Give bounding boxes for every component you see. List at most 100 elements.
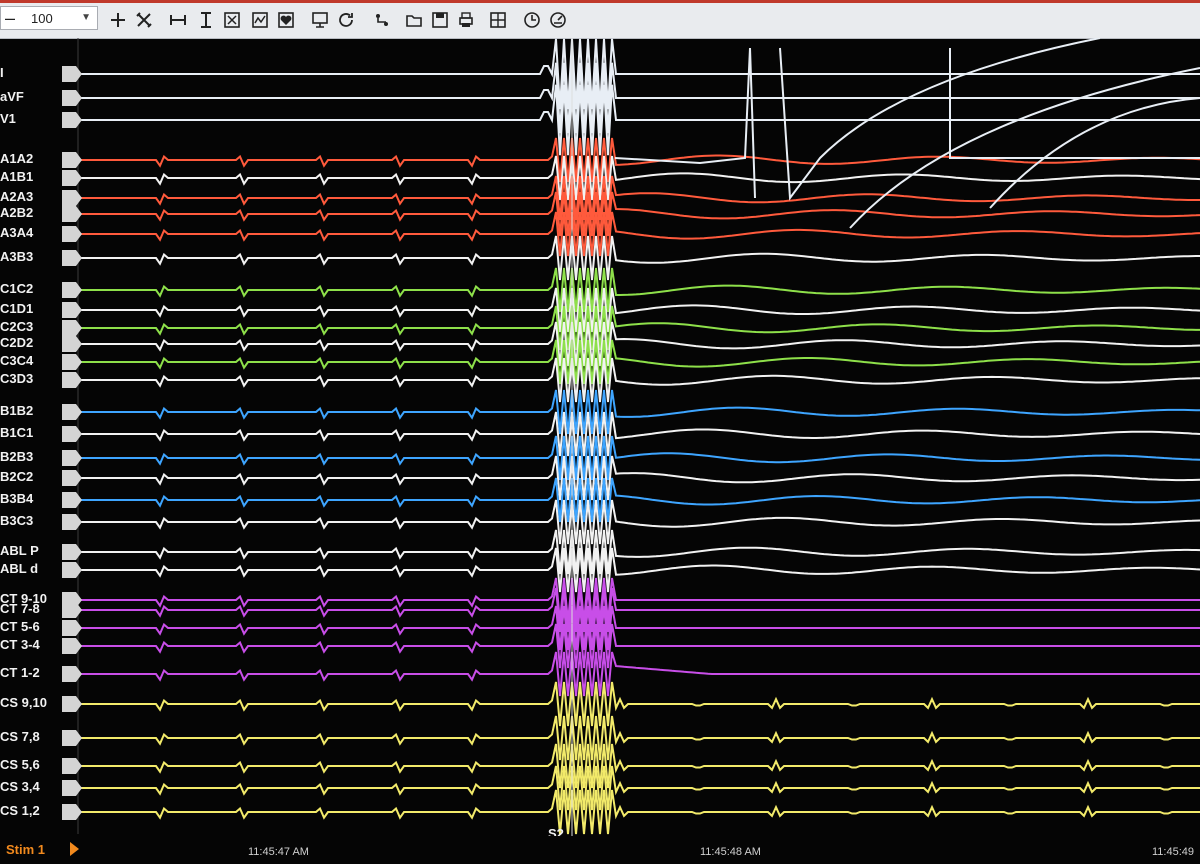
channel-scale-tab[interactable] <box>62 696 82 712</box>
channel-scale-tab[interactable] <box>62 336 82 352</box>
channel-scale-tab[interactable] <box>62 758 82 774</box>
channel-trace <box>80 235 1200 281</box>
channel-scale-tab[interactable] <box>62 282 82 298</box>
channel-scale-tab[interactable] <box>62 372 82 388</box>
channel-label: V1 <box>0 111 16 126</box>
channel-label: A2A3 <box>0 189 34 204</box>
channel-scale-tab[interactable] <box>62 514 82 530</box>
channel-trace <box>80 455 1200 501</box>
channel-trace <box>80 587 1200 633</box>
zoom-value: 100 <box>31 11 53 26</box>
clock-icon[interactable] <box>522 10 542 30</box>
channel-label: CS 7,8 <box>0 729 40 744</box>
channel-scale-tab[interactable] <box>62 804 82 820</box>
channel-trace <box>80 743 1200 789</box>
zoom-select[interactable]: – 100 ▼ <box>0 6 98 30</box>
channel-label: C1D1 <box>0 301 34 316</box>
channel-scale-tab[interactable] <box>62 602 82 618</box>
channel-label: B1C1 <box>0 425 34 440</box>
channel-scale-tab[interactable] <box>62 666 82 682</box>
electrogram-plot[interactable] <box>0 38 1200 864</box>
channel-label: B3C3 <box>0 513 34 528</box>
monitor-icon[interactable] <box>310 10 330 30</box>
channel-scale-tab[interactable] <box>62 450 82 466</box>
channel-scale-tab[interactable] <box>62 562 82 578</box>
zoom-minus[interactable]: – <box>5 8 15 29</box>
channel-label-column: IaVF V1 A1A2 A1B1 A2A3 A2B2 A3A4 A3B3 C1C2 C1D1 C2… <box>0 38 82 833</box>
channel-label: CT 3-4 <box>0 637 40 652</box>
channel-scale-tab[interactable] <box>62 492 82 508</box>
channel-scale-tab[interactable] <box>62 426 82 442</box>
channel-label: C2C3 <box>0 319 34 334</box>
artifact-trace <box>779 38 1101 201</box>
tools-icon[interactable] <box>134 10 154 30</box>
channel-trace <box>80 477 1200 523</box>
channel-scale-tab[interactable] <box>62 354 82 370</box>
graph-icon[interactable] <box>250 10 270 30</box>
channel-scale-tab[interactable] <box>62 780 82 796</box>
channel-label: B1B2 <box>0 403 34 418</box>
channel-trace <box>80 529 1200 575</box>
title-strip <box>0 0 1200 3</box>
heart-graph-icon[interactable] <box>276 10 296 30</box>
channel-label: A1B1 <box>0 169 34 184</box>
channel-scale-tab[interactable] <box>62 250 82 266</box>
settings-nodes-icon[interactable] <box>372 10 392 30</box>
timestamp-2: 11:45:48 AM <box>700 846 761 858</box>
channel-label: CS 9,10 <box>0 695 47 710</box>
channel-scale-tab[interactable] <box>62 170 82 186</box>
channel-label: CT 1-2 <box>0 665 40 680</box>
horizontal-caliper-icon[interactable] <box>168 10 188 30</box>
channel-trace <box>80 411 1200 457</box>
refresh-icon[interactable] <box>336 10 356 30</box>
save-icon[interactable] <box>430 10 450 30</box>
artifact-trace <box>849 67 1200 229</box>
channel-scale-tab[interactable] <box>62 620 82 636</box>
channel-scale-tab[interactable] <box>62 320 82 336</box>
channel-scale-tab[interactable] <box>62 638 82 654</box>
channel-trace <box>80 681 1200 727</box>
channel-scale-tab[interactable] <box>62 470 82 486</box>
channel-trace <box>80 389 1200 435</box>
grid-icon[interactable] <box>488 10 508 30</box>
channel-label: ABL d <box>0 561 39 576</box>
channel-label: CT 5-6 <box>0 619 40 634</box>
channel-scale-tab[interactable] <box>62 226 82 242</box>
artifact-trace <box>989 97 1200 209</box>
plus-icon[interactable] <box>108 10 128 30</box>
channel-label: A2B2 <box>0 205 34 220</box>
folder-icon[interactable] <box>404 10 424 30</box>
channel-label: CS 1,2 <box>0 803 40 818</box>
channel-trace <box>80 789 1200 835</box>
channel-label: ABL P <box>0 543 39 558</box>
channel-trace <box>80 765 1200 811</box>
stim-channel-tab[interactable] <box>70 842 79 856</box>
channel-scale-tab[interactable] <box>62 90 82 106</box>
channel-trace <box>80 339 1200 385</box>
channel-scale-tab[interactable] <box>62 206 82 222</box>
channel-scale-tab[interactable] <box>62 302 82 318</box>
channel-trace <box>80 84 1200 156</box>
channel-label: CS 3,4 <box>0 779 40 794</box>
channel-scale-tab[interactable] <box>62 404 82 420</box>
channel-trace <box>80 651 1200 697</box>
channel-scale-tab[interactable] <box>62 66 82 82</box>
vertical-caliper-icon[interactable] <box>196 10 216 30</box>
gauge-icon[interactable] <box>548 10 568 30</box>
chevron-down-icon[interactable]: ▼ <box>81 12 91 23</box>
channel-label: CS 5,6 <box>0 757 40 772</box>
channel-label: C3D3 <box>0 371 34 386</box>
channel-scale-tab[interactable] <box>62 152 82 168</box>
channel-scale-tab[interactable] <box>62 730 82 746</box>
print-icon[interactable] <box>456 10 476 30</box>
channel-trace <box>80 605 1200 651</box>
channel-trace <box>80 357 1200 403</box>
channel-trace <box>80 267 1200 313</box>
channel-scale-tab[interactable] <box>62 544 82 560</box>
artifact-trace <box>614 47 756 199</box>
box-marker-icon[interactable] <box>222 10 242 30</box>
channel-scale-tab[interactable] <box>62 112 82 128</box>
channel-scale-tab[interactable] <box>62 190 82 206</box>
timestamp-3: 11:45:49 <box>1152 846 1195 858</box>
channel-label: A1A2 <box>0 151 34 166</box>
